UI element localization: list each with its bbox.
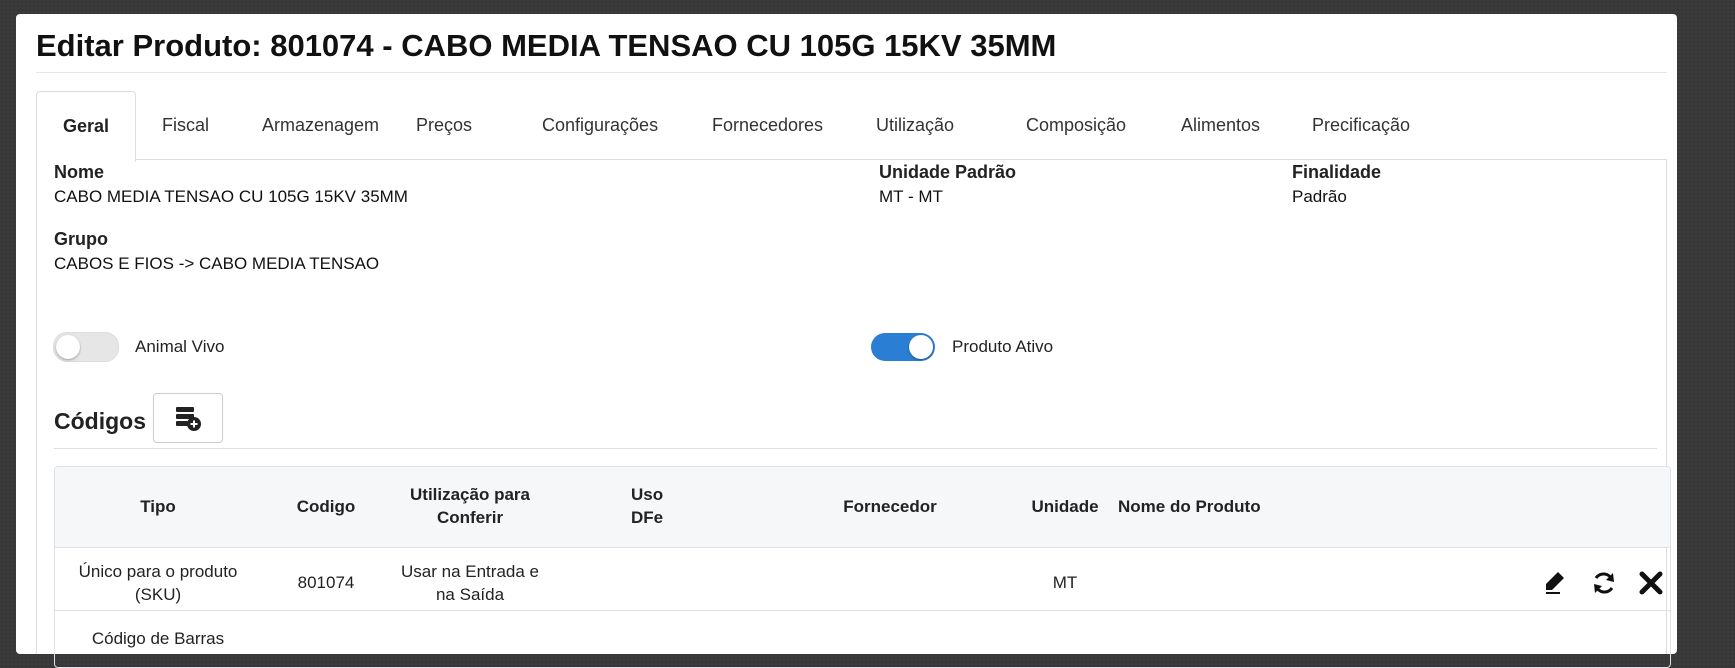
tab-composicao[interactable]: Composição [1026,91,1126,159]
row-divider [55,610,1670,611]
toggle-knob [909,335,933,359]
animal-vivo-toggle[interactable] [53,332,119,362]
edit-icon[interactable] [1543,570,1567,596]
delete-icon[interactable] [1638,570,1664,596]
header-uso-line1: Uso [631,485,664,504]
header-tipo: Tipo [140,497,176,516]
unidade-padrao-label: Unidade Padrão [879,162,1017,182]
header-uso-line2: DFe [631,508,664,527]
tab-bar: Geral Fiscal Armazenagem Preços Configur… [36,91,1667,162]
tab-utilizacao[interactable]: Utilização [876,91,954,159]
tab-fiscal[interactable]: Fiscal [162,91,209,159]
product-edit-panel: Editar Produto: 801074 - CABO MEDIA TENS… [16,14,1677,668]
cell-utilizacao: Usar na Entrada e na Saída [395,560,545,606]
header-codigo: Codigo [296,497,356,516]
section-divider [54,448,1657,449]
header-utilizacao-line1: Utilização para [410,485,530,504]
tab-armazenagem[interactable]: Armazenagem [262,91,379,159]
next-row-tipo: Código de Barras [91,629,225,648]
header-uso-dfe: Uso DFe [631,483,663,529]
tab-geral[interactable]: Geral [36,91,136,162]
cell-tipo-line1: Único para o produto [78,562,238,581]
add-code-icon [176,407,201,431]
tab-precos[interactable]: Preços [416,91,472,159]
header-utilizacao: Utilização para Conferir [395,483,545,529]
cell-utilizacao-line1: Usar na Entrada e [401,562,539,581]
tab-configuracoes[interactable]: Configurações [542,91,658,159]
codes-table: Tipo Codigo Utilização para Conferir Uso… [54,466,1671,668]
tab-alimentos[interactable]: Alimentos [1181,91,1260,159]
nome-label: Nome [54,162,105,182]
tab-precificacao[interactable]: Precificação [1312,91,1410,159]
header-utilizacao-line2: Conferir [436,508,504,527]
header-nome-produto: Nome do Produto [1118,497,1261,516]
toggle-knob [56,335,80,359]
unidade-padrao-value: MT - MT [879,187,943,206]
cell-utilizacao-line2: na Saída [435,585,505,604]
cell-tipo: Único para o produto (SKU) [55,560,261,606]
produto-ativo-toggle[interactable] [871,333,935,361]
nome-value: CABO MEDIA TENSAO CU 105G 15KV 35MM [54,187,408,206]
refresh-icon[interactable] [1590,569,1618,597]
codigos-title: Códigos [54,408,146,434]
grupo-label: Grupo [54,229,108,249]
produto-ativo-label: Produto Ativo [952,337,1054,356]
header-unidade: Unidade [1031,497,1099,516]
cell-codigo: 801074 [297,573,355,592]
title-divider [36,72,1667,73]
animal-vivo-label: Animal Vivo [135,337,225,356]
tab-fornecedores[interactable]: Fornecedores [712,91,823,159]
page-title: Editar Produto: 801074 - CABO MEDIA TENS… [36,28,1057,63]
finalidade-value: Padrão [1292,187,1347,206]
cell-tipo-line2: (SKU) [134,585,182,604]
add-code-button[interactable] [153,393,223,443]
table-header: Tipo Codigo Utilização para Conferir Uso… [55,467,1670,548]
header-fornecedor: Fornecedor [843,497,937,516]
finalidade-label: Finalidade [1292,162,1382,182]
grupo-value: CABOS E FIOS -> CABO MEDIA TENSAO [54,254,380,273]
cell-unidade: MT [1052,573,1078,592]
